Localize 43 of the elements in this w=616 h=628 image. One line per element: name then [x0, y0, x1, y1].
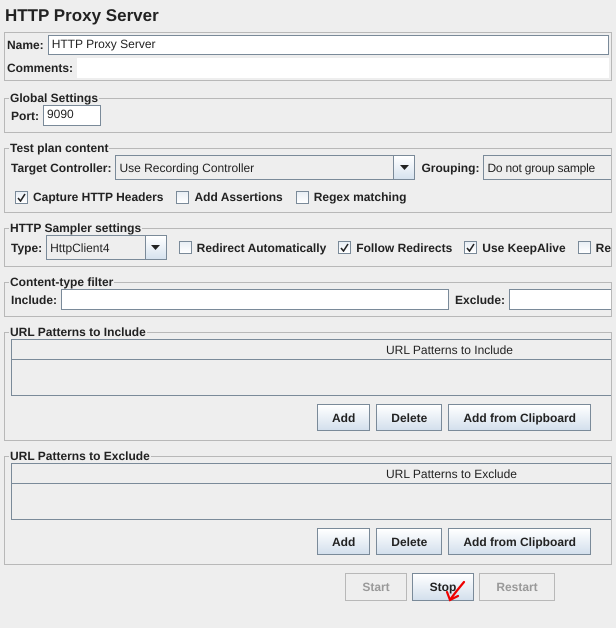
checkbox[interactable]: Redirect Automatically: [178, 240, 326, 254]
field-label: Target Controller:: [11, 160, 112, 174]
field-label: Grouping:: [421, 160, 480, 174]
column-header: URL Patterns to Exclude: [12, 464, 611, 484]
caret-icon: [151, 245, 160, 250]
field-label: Include:: [11, 292, 58, 306]
table-action-button[interactable]: Delete: [376, 528, 442, 555]
checkbox[interactable]: Use KeepAlive: [464, 240, 566, 254]
exclude-field[interactable]: [509, 289, 611, 310]
group-title: Content-type filter: [9, 275, 114, 289]
name-field[interactable]: HTTP Proxy Server: [48, 35, 609, 55]
table-action-button[interactable]: Add from Clipboard: [448, 404, 591, 431]
include-field[interactable]: [61, 289, 450, 310]
column-header: URL Patterns to Include: [12, 340, 611, 360]
field-label: Type:: [11, 240, 42, 254]
checkbox[interactable]: Follow Redirects: [338, 240, 452, 254]
port-field[interactable]: 9090: [43, 105, 101, 126]
field-label: Name:: [7, 38, 44, 52]
checkbox[interactable]: Re: [578, 240, 611, 254]
table-action-button[interactable]: Add from Clipboard: [448, 528, 591, 555]
field-label: Port:: [11, 108, 39, 122]
checkbox[interactable]: Capture HTTP Headers: [15, 190, 164, 204]
check-icon: [340, 243, 350, 252]
dropdown[interactable]: Do not group sample: [483, 155, 611, 180]
group-title: URL Patterns to Include: [9, 325, 147, 339]
field-label: Exclude:: [455, 292, 506, 306]
group-title: Test plan content: [9, 141, 110, 155]
field-label: Comments:: [7, 61, 74, 75]
group-title: HTTP Sampler settings: [9, 221, 142, 235]
group-title: Global Settings: [9, 91, 100, 105]
caret-icon: [400, 165, 409, 170]
dropdown[interactable]: HttpClient4: [46, 235, 167, 260]
table-action-button[interactable]: Add: [316, 404, 370, 431]
checkbox[interactable]: Regex matching: [296, 190, 406, 204]
check-icon: [17, 192, 26, 202]
group-title: URL Patterns to Exclude: [9, 449, 151, 463]
check-icon: [466, 243, 476, 252]
table-action-button[interactable]: Delete: [376, 404, 442, 431]
dropdown[interactable]: Use Recording Controller: [115, 155, 416, 180]
proxy-control-button[interactable]: Stop: [412, 573, 474, 601]
panel-title: HTTP Proxy Server: [5, 6, 159, 26]
table-action-button[interactable]: Add: [316, 528, 370, 555]
checkbox[interactable]: Add Assertions: [176, 190, 283, 204]
